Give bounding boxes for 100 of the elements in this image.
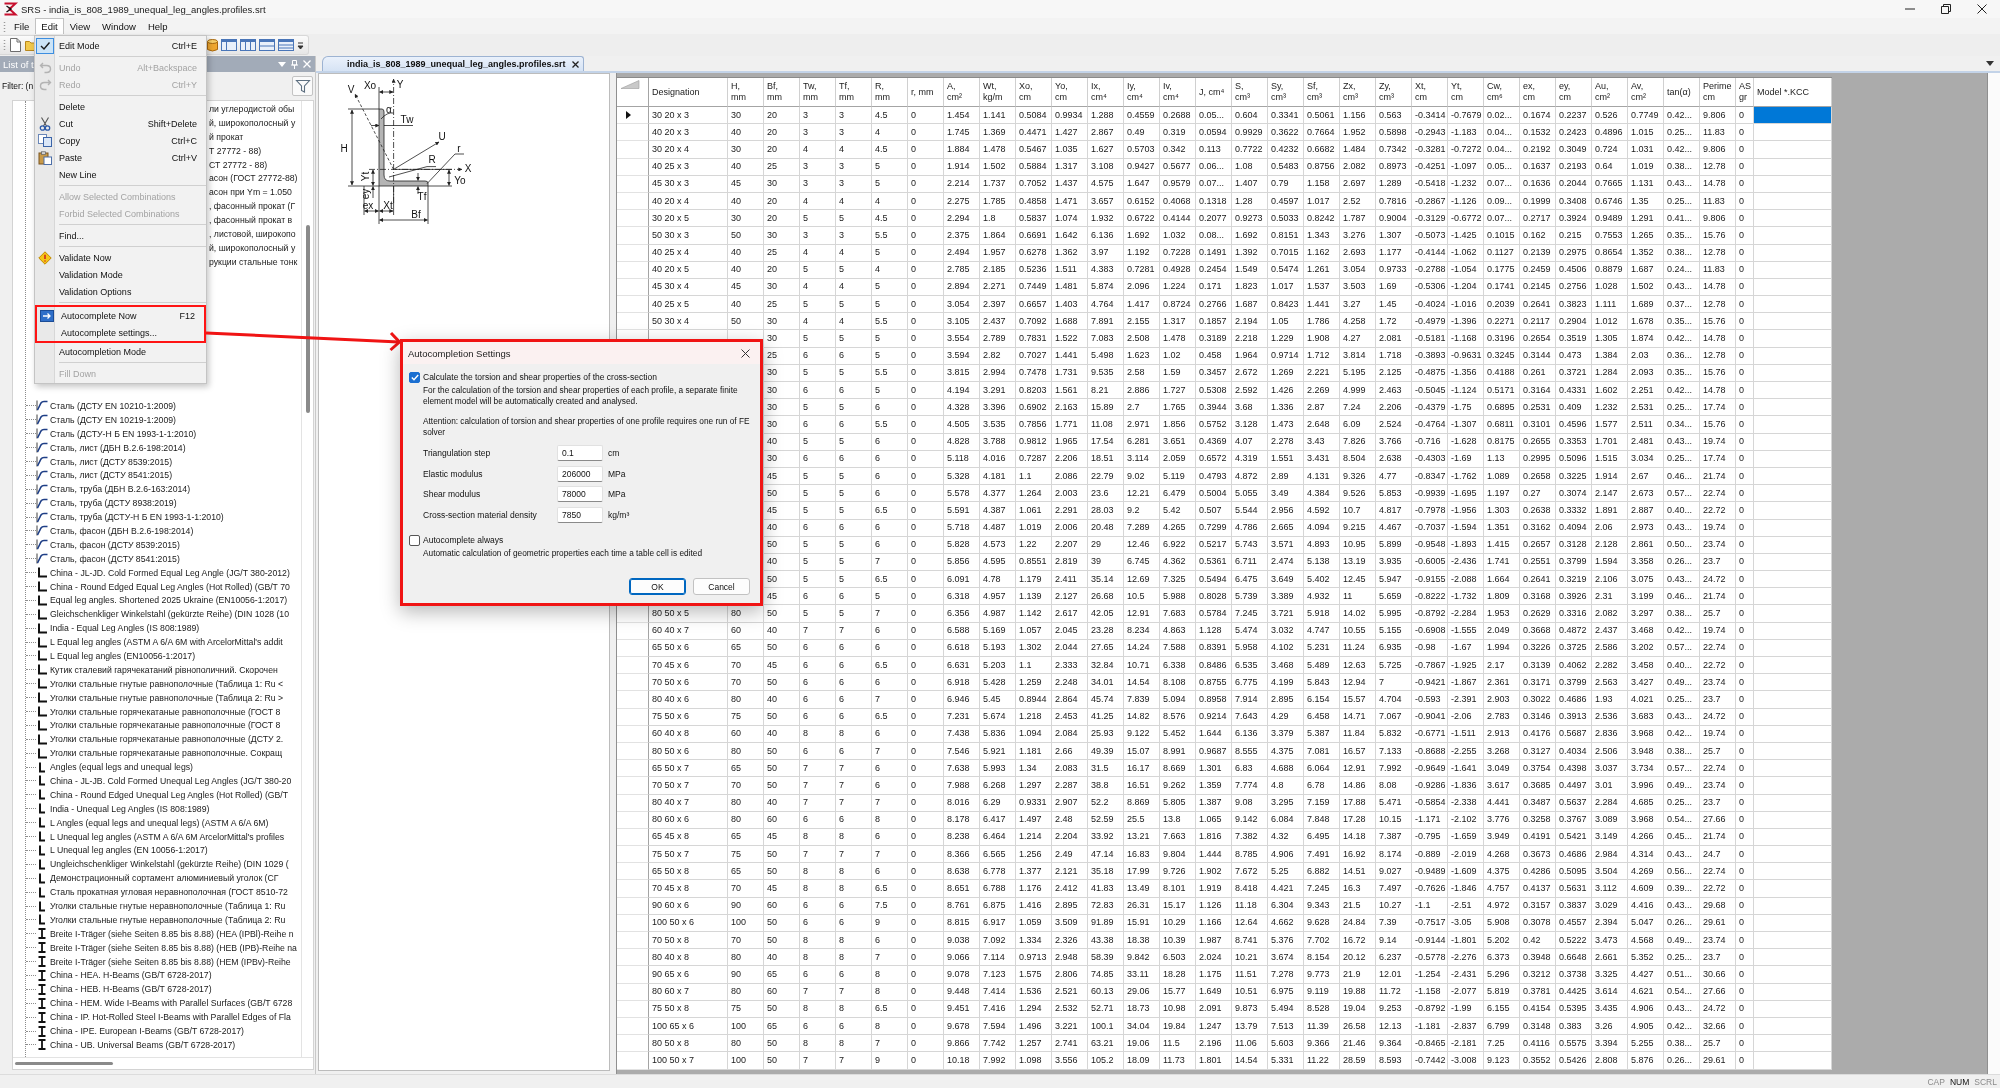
tree-item[interactable]: Сталь прокатная угловая неравнополочная (ГОСТ 8510-72: [36, 886, 288, 898]
menu-bar-item[interactable]: View: [63, 18, 97, 34]
empty-cell[interactable]: [1754, 760, 1832, 778]
tree-item[interactable]: India - Equal Leg Angles (IS 808:1989): [36, 622, 200, 634]
column-header[interactable]: Tw, mm: [800, 78, 836, 107]
input-field[interactable]: 78000: [557, 486, 603, 503]
tree-item[interactable]: China - HEA. H-Beams (GB/T 6728-2017): [36, 969, 212, 981]
menu-item[interactable]: New Line: [35, 166, 206, 183]
corner-wedge-icon[interactable]: [620, 80, 640, 89]
window-layout-icon[interactable]: [221, 39, 237, 51]
column-header[interactable]: J, cm⁴: [1196, 78, 1232, 107]
empty-cell[interactable]: [1754, 794, 1832, 812]
tree-item[interactable]: China - Round Edged Equal Leg Angles (Hot Rolled) (GB/T 70: [36, 581, 290, 592]
empty-cell[interactable]: [1754, 949, 1832, 967]
empty-cell[interactable]: [1754, 296, 1832, 314]
input-field[interactable]: 0.1: [557, 445, 603, 462]
empty-cell[interactable]: [1754, 244, 1832, 262]
empty-cell[interactable]: [1754, 1035, 1832, 1053]
tree-item[interactable]: Уголки стальные гнутые неравнополочные (Таблица 1: Ru: [36, 900, 286, 912]
empty-cell[interactable]: [1754, 1000, 1832, 1018]
tree-item[interactable]: Сталь (ДСТУ EN 10219-1:2009): [36, 414, 176, 426]
column-header[interactable]: Sy, cm³: [1268, 78, 1304, 107]
empty-cell[interactable]: [1754, 313, 1832, 331]
menu-item[interactable]: Copy Ctrl+C: [35, 132, 206, 149]
tree-item[interactable]: асон при Ym = 1.050: [209, 187, 292, 198]
tree-item[interactable]: Сталь (ДСТУ-Н Б EN 1993-1-1:2010): [36, 428, 197, 440]
menu-item[interactable]: Find...: [35, 227, 206, 244]
menu-item[interactable]: Autocomplete settings...: [37, 324, 204, 341]
input-field[interactable]: 7850: [557, 506, 603, 523]
tree-item[interactable]: й, широкополосный у: [209, 242, 296, 253]
column-header[interactable]: Wt, kg/m: [980, 78, 1016, 107]
column-header[interactable]: Zy, cm³: [1376, 78, 1412, 107]
empty-cell[interactable]: [1754, 382, 1832, 400]
checkbox[interactable]: [409, 534, 420, 546]
tree-item[interactable]: Сталь, фасон (ДБН В.2.6-198:2014): [36, 525, 194, 537]
empty-cell[interactable]: [1754, 932, 1832, 950]
tree-item[interactable]: рукции стальные тонк: [209, 256, 298, 267]
tree-item[interactable]: Сталь, труба (ДСТУ-Н Б EN 1993-1-1:2010): [36, 511, 224, 523]
column-header[interactable]: Bf, mm: [764, 78, 800, 107]
column-header[interactable]: Yt, cm: [1448, 78, 1484, 107]
tree-item[interactable]: L Unequal leg angles (EN 10056-1:2017): [36, 844, 208, 856]
column-header[interactable]: Av, cm²: [1628, 78, 1664, 107]
tree-item[interactable]: L Unequal leg angles (ASTM A 6/A 6M ArcelorMittal's profiles: [36, 831, 285, 843]
menu-item[interactable]: Delete: [35, 98, 206, 115]
tree-item[interactable]: Сталь, лист (ДСТУ 8539:2015): [36, 456, 173, 467]
column-header[interactable]: AS gr: [1736, 78, 1754, 107]
vertical-scrollbar[interactable]: [1987, 73, 2000, 1074]
empty-cell[interactable]: [1754, 691, 1832, 709]
tree-item[interactable]: China - HEB. H-Beams (GB/T 6728-2017): [36, 983, 212, 995]
tree-item[interactable]: L Equal leg angles (EN10056-1:2017): [36, 650, 196, 662]
column-header[interactable]: S, cm³: [1232, 78, 1268, 107]
tree-item[interactable]: Т 27772 - 88): [209, 145, 262, 156]
tree-item[interactable]: СТ 27772 - 88): [209, 159, 268, 170]
tree-item[interactable]: Angles (equal legs and unequal legs): [36, 761, 193, 773]
dialog-button[interactable]: OK: [629, 578, 686, 595]
document-tab[interactable]: india_is_808_1989_unequal_leg_angles.profiles.srt: [322, 56, 584, 71]
input-field[interactable]: 206000: [557, 465, 603, 482]
tree-item[interactable]: Уголки стальные горячекатаные равнополочные (ГОСТ 8: [36, 706, 281, 718]
tree-item[interactable]: й прокат: [209, 131, 244, 142]
window-layout-icon[interactable]: [259, 39, 275, 51]
menu-item[interactable]: Cut Shift+Delete: [35, 115, 206, 132]
tree-item[interactable]: , листовой, широкопо: [209, 228, 296, 239]
column-header[interactable]: ex, cm: [1520, 78, 1556, 107]
column-header[interactable]: ey, cm: [1556, 78, 1592, 107]
menu-item[interactable]: Validation Mode: [35, 266, 206, 283]
tree-item[interactable]: Уголки стальные гнутые равнополочные (Таблица 2: Ru >: [36, 692, 284, 704]
tree-item[interactable]: Сталь (ДСТУ EN 10210-1:2009): [36, 400, 176, 412]
empty-cell[interactable]: [1754, 966, 1832, 984]
column-header[interactable]: tan(α): [1664, 78, 1700, 107]
empty-cell[interactable]: [1754, 364, 1832, 382]
menu-item[interactable]: Autocomplete Now F12: [37, 307, 204, 324]
scrollbar-thumb[interactable]: [305, 225, 310, 413]
column-header[interactable]: Yo, cm: [1052, 78, 1088, 107]
dialog-button[interactable]: Cancel: [693, 578, 750, 595]
tree-item[interactable]: L Angles (equal legs and unequal legs) (ASTM A 6/A 6M): [36, 817, 269, 829]
menu-item[interactable]: Validation Options: [35, 283, 206, 300]
empty-cell[interactable]: [1754, 141, 1832, 159]
empty-cell[interactable]: [1754, 1017, 1832, 1036]
filter-button[interactable]: [292, 76, 313, 96]
tree-item[interactable]: Сталь, труба (ДСТУ 8938:2019): [36, 497, 177, 509]
empty-cell[interactable]: [1754, 227, 1832, 245]
tree-item[interactable]: China - IP. Hot-Rolled Steel I-Beams with Parallel Edges of Fla: [36, 1011, 291, 1023]
column-header[interactable]: Perime cm: [1700, 78, 1736, 107]
column-header[interactable]: Designation: [649, 78, 728, 107]
tree-item[interactable]: China - JL-JD. Cold Formed Equal Leg Angle (JG/T 380-2012): [36, 567, 290, 579]
close-icon[interactable]: [571, 60, 579, 68]
empty-cell[interactable]: [1754, 725, 1832, 743]
column-header[interactable]: Iv, cm⁴: [1160, 78, 1196, 107]
tree-item[interactable]: , фасонный прокат (Г: [209, 201, 296, 212]
menu-bar-item[interactable]: Edit: [35, 18, 64, 34]
tree-item[interactable]: Уголки стальные горячекатаные равнополочные. Сокращ: [36, 747, 283, 759]
empty-cell[interactable]: [1754, 605, 1832, 623]
empty-cell[interactable]: [1754, 897, 1832, 915]
tree-item[interactable]: China - HEM. Wide I-Beams with Parallel Surfaces (GB/T 6728: [36, 997, 293, 1009]
tree-item[interactable]: Уголки стальные горячекатаные равнополочные (ГОСТ 8: [36, 719, 281, 731]
empty-cell[interactable]: [1754, 588, 1832, 606]
tree-item[interactable]: Ungleichschenkliger Winkelstahl (gekürzte Reihe) (DIN 1029 (: [36, 858, 289, 870]
empty-cell[interactable]: [1754, 880, 1832, 898]
tree-item[interactable]: Сталь, фасон (ДСТУ 8541:2015): [36, 553, 180, 565]
empty-cell[interactable]: [1754, 433, 1832, 451]
